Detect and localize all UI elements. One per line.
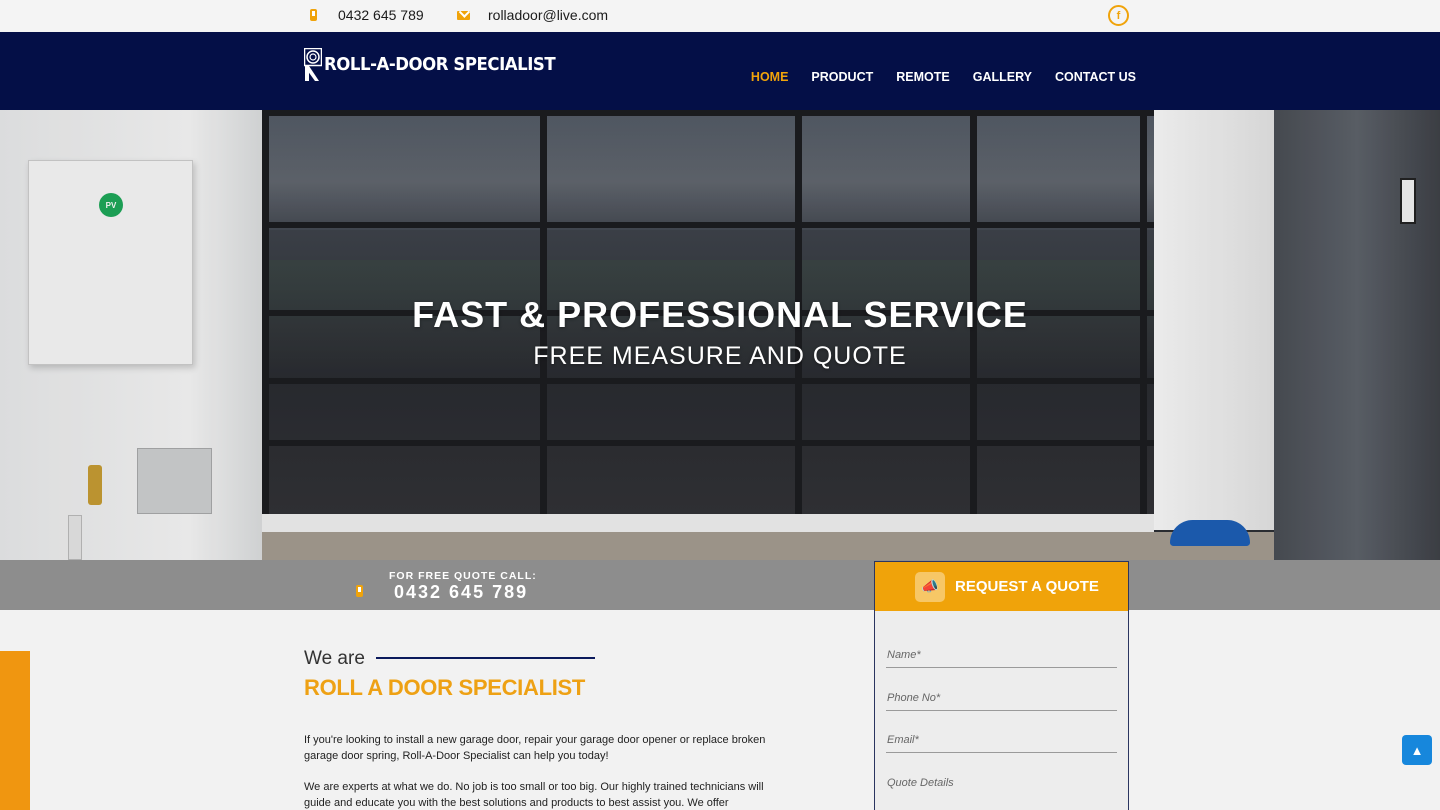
hero-banner: PV FAST & PROFESSIONAL SERVICE FREE MEAS…	[0, 110, 1440, 560]
chevron-up-icon: ▲	[1410, 742, 1424, 758]
phone-field[interactable]	[886, 685, 1117, 711]
call-number[interactable]: 0432 645 789	[394, 582, 528, 603]
nav-item-product[interactable]: PRODUCT	[811, 70, 873, 84]
site-logo[interactable]: ROLL-A-DOOR SPECIALIST	[304, 48, 575, 81]
logo-roll-icon	[304, 48, 322, 81]
topbar-phone-text[interactable]: 0432 645 789	[338, 7, 424, 23]
about-paragraph: If you're looking to install a new garag…	[304, 734, 766, 762]
facebook-glyph: f	[1116, 9, 1121, 22]
about-paragraph: We are experts at what we do. No job is …	[304, 781, 764, 809]
quote-form-header: 📣 REQUEST A QUOTE	[875, 562, 1128, 611]
facebook-icon[interactable]: f	[1108, 5, 1129, 26]
main-menu: HOME PRODUCT REMOTE GALLERY CONTACT US	[751, 70, 1136, 84]
hero-subheadline: FREE MEASURE AND QUOTE	[533, 342, 907, 370]
nav-item-home[interactable]: HOME	[751, 70, 789, 84]
about-title: ROLL A DOOR SPECIALIST	[304, 675, 586, 700]
top-contact-bar: 0432 645 789 rolladoor@live.com f	[0, 0, 1440, 32]
mobile-phone-icon	[306, 8, 320, 22]
topbar-email[interactable]: rolladoor@live.com	[456, 7, 608, 23]
email-field[interactable]	[886, 727, 1117, 753]
nav-item-gallery[interactable]: GALLERY	[973, 70, 1032, 84]
topbar-phone[interactable]: 0432 645 789	[306, 7, 424, 23]
nav-item-remote[interactable]: REMOTE	[896, 70, 949, 84]
call-label: FOR FREE QUOTE CALL:	[389, 570, 537, 582]
topbar-email-text[interactable]: rolladoor@live.com	[488, 7, 608, 23]
hero-headline: FAST & PROFESSIONAL SERVICE	[412, 294, 1028, 335]
main-navbar: ROLL-A-DOOR SPECIALIST HOME PRODUCT REMO…	[0, 32, 1440, 110]
name-field[interactable]	[886, 642, 1117, 668]
quote-call-strip: FOR FREE QUOTE CALL: 0432 645 789	[0, 560, 1440, 610]
decorative-side-bar	[0, 651, 30, 810]
logo-text: ROLL-A-DOOR SPECIALIST	[324, 53, 556, 75]
mobile-phone-icon	[356, 585, 363, 597]
request-quote-form: 📣 REQUEST A QUOTE	[874, 561, 1129, 810]
quote-form-title: REQUEST A QUOTE	[955, 578, 1099, 595]
about-divider	[376, 657, 595, 659]
about-intro: We are	[304, 648, 365, 669]
scroll-to-top-button[interactable]: ▲	[1402, 735, 1432, 765]
megaphone-icon: 📣	[915, 571, 945, 602]
nav-item-contact-us[interactable]: CONTACT US	[1055, 70, 1136, 84]
envelope-icon	[456, 8, 470, 22]
quote-details-field[interactable]	[886, 770, 1117, 796]
